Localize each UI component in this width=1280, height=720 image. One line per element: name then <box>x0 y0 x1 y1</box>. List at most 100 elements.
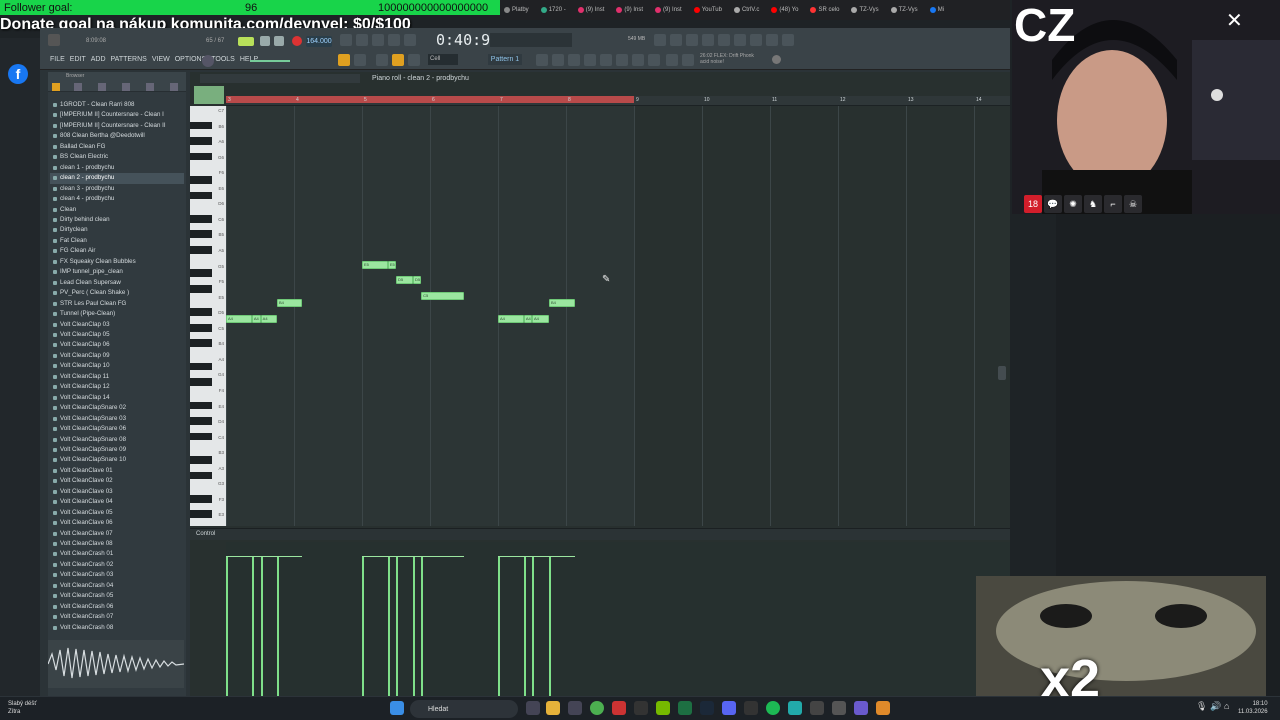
note[interactable]: B4 <box>549 299 575 308</box>
black-key[interactable] <box>190 214 212 223</box>
control-label[interactable]: Control <box>196 531 215 537</box>
browser-item[interactable]: Volt CleanClap 03 <box>50 320 184 330</box>
browser-item[interactable]: Volt CleanCrash 06 <box>50 602 184 612</box>
black-key[interactable] <box>190 432 212 441</box>
spotify-icon[interactable] <box>766 701 780 715</box>
store-icon[interactable] <box>568 701 582 715</box>
velocity-bar[interactable] <box>532 556 534 696</box>
browser-item[interactable]: Volt CleanClapSnare 02 <box>50 403 184 413</box>
metronome-icon[interactable] <box>340 34 352 46</box>
velocity-bar[interactable] <box>549 556 551 696</box>
browser-item[interactable]: IMP tunnel_pipe_clean <box>50 267 184 277</box>
piano-roll-icon[interactable] <box>552 54 564 66</box>
pattern-selector[interactable]: Pattern 1 <box>488 54 522 65</box>
black-key[interactable] <box>190 137 212 145</box>
browser-item[interactable]: Volt CleanClap 11 <box>50 372 184 382</box>
browser-file-icon[interactable] <box>98 83 106 91</box>
news-icon[interactable] <box>772 55 781 64</box>
black-key[interactable] <box>190 121 212 130</box>
browser-tab[interactable]: CtrlV.c <box>730 7 763 13</box>
browser-item[interactable]: Tunnel (Pipe-Clean) <box>50 309 184 319</box>
master-pitch-slider[interactable] <box>250 60 290 62</box>
mic-tray-icon[interactable]: 🎙 <box>1196 701 1207 715</box>
wait-record-icon[interactable] <box>356 34 368 46</box>
browser-item[interactable]: Lead Clean Supersaw <box>50 278 184 288</box>
weather-widget[interactable]: Slabý déšť Zítra <box>8 700 37 716</box>
browser-item[interactable]: Volt CleanClap 14 <box>50 393 184 403</box>
browser-item[interactable]: 808 Clean Bertha @Deedotwill <box>50 131 184 141</box>
browser-folder-icon[interactable] <box>74 83 82 91</box>
browser-item[interactable]: Volt CleanCrash 02 <box>50 560 184 570</box>
browser-item[interactable]: Volt CleanCrash 03 <box>50 570 184 580</box>
velocity-bar[interactable] <box>387 556 390 696</box>
app-purple-icon[interactable] <box>854 701 868 715</box>
mixer-icon[interactable] <box>670 34 682 46</box>
browser-item[interactable]: FX Squeaky Clean Bubbles <box>50 257 184 267</box>
browser-item[interactable]: Volt CleanClapSnare 10 <box>50 455 184 465</box>
browser-tab[interactable]: (48) Yo <box>767 7 802 13</box>
browser-item[interactable]: Dirty behind clean <box>50 215 184 225</box>
microphone-icon[interactable] <box>686 34 698 46</box>
draw-tool-icon[interactable] <box>376 54 388 66</box>
browser-item[interactable]: Volt CleanClave 08 <box>50 539 184 549</box>
discord-icon[interactable] <box>722 701 736 715</box>
black-key[interactable] <box>190 176 212 184</box>
note[interactable]: D5 <box>396 276 413 285</box>
browser-item[interactable]: clean 3 - prodbychu <box>50 184 184 194</box>
browser-item[interactable]: Volt CleanCrash 07 <box>50 612 184 622</box>
black-key[interactable] <box>190 378 212 386</box>
app-red-icon[interactable] <box>612 701 626 715</box>
loop-region[interactable] <box>226 96 634 103</box>
velocity-bar[interactable] <box>277 556 279 696</box>
note[interactable]: D5 <box>413 276 422 285</box>
browser-item[interactable]: Volt CleanClave 01 <box>50 466 184 476</box>
browser-item[interactable]: 1GRODT - Clean Rarri 808 <box>50 100 184 110</box>
browser-tab[interactable]: Platby <box>500 7 533 13</box>
black-key[interactable] <box>190 471 212 480</box>
gear-icon[interactable] <box>648 54 660 66</box>
metronome-small-icon[interactable] <box>408 54 420 66</box>
note[interactable]: A4 <box>260 315 277 323</box>
velocity-bar[interactable] <box>523 556 526 696</box>
note[interactable]: A4 <box>498 315 524 323</box>
black-key[interactable] <box>190 456 212 464</box>
note[interactable]: C5 <box>421 291 464 300</box>
play-icon[interactable] <box>260 36 270 46</box>
browser-item[interactable]: [IMPERIUM II] Countersnare - Clean II <box>50 121 184 131</box>
play-pattern-icon[interactable] <box>354 54 366 66</box>
network-tray-icon[interactable]: ⌂ <box>1224 701 1234 715</box>
menu-patterns[interactable]: PATTERNS <box>111 56 147 63</box>
velocity-lane[interactable] <box>226 542 1010 696</box>
browser-item[interactable]: Volt CleanClave 07 <box>50 529 184 539</box>
black-key[interactable] <box>190 510 212 519</box>
chrome-icon[interactable] <box>590 701 604 715</box>
browser-item[interactable]: Ballad Clean FG <box>50 142 184 152</box>
black-key[interactable] <box>190 323 212 332</box>
velocity-bar[interactable] <box>413 556 415 696</box>
pat-song-toggle[interactable] <box>238 37 254 46</box>
browser-item[interactable]: Volt CleanClap 10 <box>50 361 184 371</box>
excel-icon[interactable] <box>678 701 692 715</box>
browser-item[interactable]: Volt CleanClapSnare 08 <box>50 435 184 445</box>
browser-options-icon[interactable] <box>52 83 60 91</box>
note-grid[interactable]: A4 A4 A4 B4 E5 E5 D5 D5 C5 A4 A4 A4 B4 <box>226 106 1010 526</box>
mixer-view-icon[interactable] <box>584 54 596 66</box>
task-view-icon[interactable] <box>526 701 540 715</box>
browser-item[interactable]: Volt CleanClapSnare 06 <box>50 424 184 434</box>
note[interactable]: E5 <box>387 260 396 269</box>
sequencer-icon[interactable] <box>682 54 694 66</box>
settings-icon[interactable] <box>832 701 846 715</box>
black-key[interactable] <box>190 284 212 293</box>
browser-item[interactable]: clean 1 - prodbychu <box>50 163 184 173</box>
browser-tab[interactable]: 1720 - <box>537 7 570 13</box>
browser-item[interactable]: clean 4 - prodbychu <box>50 194 184 204</box>
save-icon[interactable] <box>734 34 746 46</box>
velocity-bar[interactable] <box>260 556 263 696</box>
browser-tab[interactable]: (9) Inst <box>574 7 609 13</box>
menu-add[interactable]: ADD <box>91 56 106 63</box>
obs-icon[interactable] <box>744 701 758 715</box>
snap-select[interactable]: Cell <box>428 54 458 65</box>
browser-item[interactable]: Volt CleanClave 04 <box>50 497 184 507</box>
snap-magnet-icon[interactable] <box>338 54 350 66</box>
browser-item[interactable]: Volt CleanCrash 04 <box>50 581 184 591</box>
